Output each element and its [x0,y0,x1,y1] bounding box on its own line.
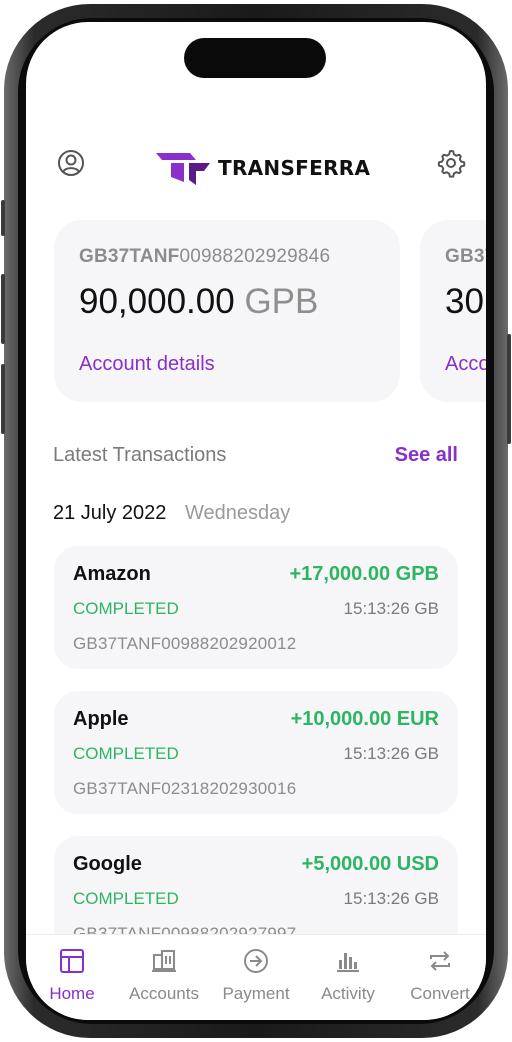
gear-icon[interactable] [436,148,466,178]
tab-label: Payment [222,984,290,1003]
balance-value: 90,000.00 [79,282,235,321]
tab-label: Convert [410,984,470,1003]
transaction-merchant: Amazon [73,563,151,585]
account-balance: 30 [445,282,484,322]
account-details-link[interactable]: Account details [79,353,215,376]
bar-chart-icon [337,953,359,972]
balance-currency: GPB [244,282,319,321]
side-button [507,334,511,444]
accounts-icon [152,950,176,972]
transaction-time: 15:13:26 GB [343,744,439,763]
tab-label: Home [49,984,95,1003]
tab-convert[interactable]: Convert [394,935,486,1020]
transaction-card[interactable]: Apple +10,000.00 EUR COMPLETED 15:13:26 … [54,691,458,814]
tab-accounts[interactable]: Accounts [118,935,210,1020]
transaction-date: 21 July 2022 [53,502,167,524]
transaction-status: COMPLETED [73,599,179,618]
transferra-logo [156,153,210,185]
account-details-link[interactable]: Acco [445,353,486,376]
account-balance: 90,000.00 GPB [79,282,318,322]
transaction-amount: +17,000.00 GPB [289,563,439,585]
see-all-link[interactable]: See all [395,444,458,467]
account-card[interactable]: GB37 30 Acco [420,220,486,402]
bottom-tab-bar: Home Accounts Payment Activity Convert [26,934,486,1020]
app-screen: TRANSFERRA GB37TANF00988202929846 90,000… [26,22,486,1020]
tab-label: Accounts [129,984,199,1003]
transaction-weekday: Wednesday [185,502,291,524]
dynamic-island [184,38,326,78]
tab-home[interactable]: Home [26,935,118,1020]
transaction-card[interactable]: Amazon +17,000.00 GPB COMPLETED 15:13:26… [54,546,458,669]
user-circle-icon[interactable] [56,148,86,178]
tab-payment[interactable]: Payment [210,935,302,1020]
tab-activity[interactable]: Activity [302,935,394,1020]
brand-logo: TRANSFERRA [156,150,370,186]
transaction-time: 15:13:26 GB [343,889,439,908]
account-card[interactable]: GB37TANF00988202929846 90,000.00 GPB Acc… [54,220,400,402]
balance-value: 30 [445,282,484,321]
account-iban: GB37TANF00988202929846 [79,246,330,268]
transaction-time: 15:13:26 GB [343,599,439,618]
account-iban-prefix: GB37TANF [79,246,180,267]
transaction-reference: GB37TANF00988202920012 [73,634,297,653]
brand-name: TRANSFERRA [218,156,371,180]
side-button [1,274,5,344]
account-iban-number: 00988202929846 [179,246,331,267]
transaction-status: COMPLETED [73,744,179,763]
payment-arrow-icon [244,949,268,973]
transaction-merchant: Google [73,853,142,875]
tab-label: Activity [321,984,375,1003]
transaction-amount: +10,000.00 EUR [290,708,439,730]
transaction-reference: GB37TANF02318202930016 [73,779,297,798]
section-title: Latest Transactions [53,444,227,466]
transaction-status: COMPLETED [73,889,179,908]
account-iban-prefix: GB37 [445,246,486,267]
account-iban: GB37 [445,246,486,268]
home-layout-icon [60,949,84,973]
transaction-amount: +5,000.00 USD [301,853,439,875]
convert-arrows-icon [430,951,450,971]
side-button [1,364,5,434]
side-button [1,200,5,236]
transaction-merchant: Apple [73,708,129,730]
